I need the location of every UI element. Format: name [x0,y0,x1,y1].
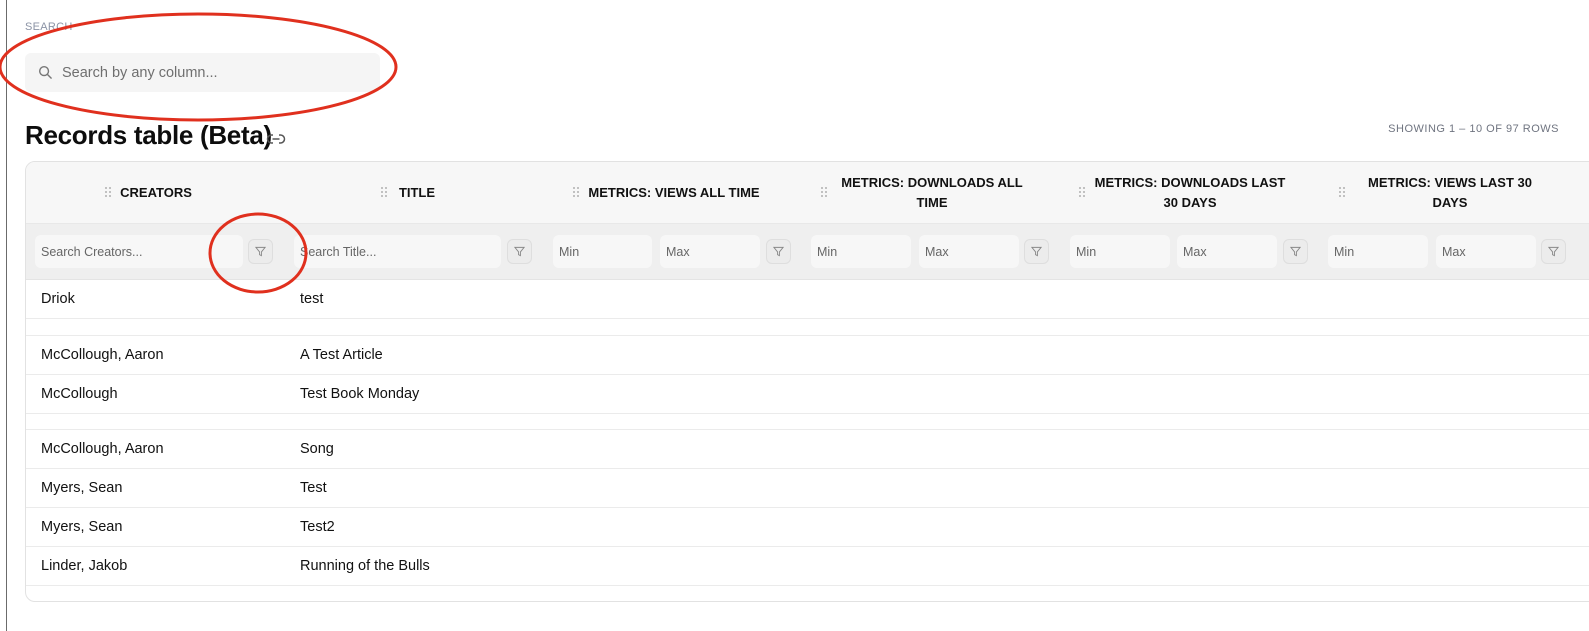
table-row[interactable]: McCollough, Aaron Song [26,430,1589,469]
downloads-all-time-max-input[interactable] [919,235,1019,268]
search-label: SEARCH [25,21,73,33]
downloads-30-days-max-input[interactable] [1177,235,1277,268]
filter-icon [1031,246,1042,257]
drag-handle-icon[interactable] [573,187,579,197]
table-row[interactable]: Driok test [26,280,1589,319]
page-title: Records table (Beta) [25,120,272,150]
creators-cell: Linder, Jakob [41,558,128,574]
drag-handle-icon[interactable] [1079,187,1085,197]
views-all-time-filter-button[interactable] [766,239,791,264]
views-30-days-max-input[interactable] [1436,235,1536,268]
filter-icon [773,246,784,257]
column-header-downloads-all-time[interactable]: METRICS: DOWNLOADS ALL TIME [834,162,1030,223]
table-row[interactable] [26,319,1589,336]
creators-cell: McCollough [41,386,118,402]
downloads-30-days-filter-button[interactable] [1283,239,1308,264]
filter-icon [1290,246,1301,257]
row-count: SHOWING 1 – 10 OF 97 ROWS [1388,123,1559,135]
creators-cell: McCollough, Aaron [41,441,164,457]
views-all-time-max-input[interactable] [660,235,760,268]
filter-icon [255,246,266,257]
creators-filter-input[interactable] [35,235,243,268]
views-30-days-filter-button[interactable] [1541,239,1566,264]
column-header-downloads-last-30-days[interactable]: METRICS: DOWNLOADS LAST 30 DAYS [1092,162,1288,223]
title-cell: Test2 [300,519,335,535]
title-cell: Song [300,441,334,457]
drag-handle-icon[interactable] [821,187,827,197]
creators-cell: McCollough, Aaron [41,347,164,363]
drag-handle-icon[interactable] [1339,187,1345,197]
table-row[interactable]: Myers, Sean Test [26,469,1589,508]
title-cell: Test Book Monday [300,386,420,402]
link-icon[interactable] [266,130,286,148]
global-search[interactable] [25,53,380,92]
creators-cell: Myers, Sean [41,480,123,496]
column-header-views-last-30-days[interactable]: METRICS: VIEWS LAST 30 DAYS [1352,162,1548,223]
table-row[interactable] [26,414,1589,430]
column-header-title[interactable]: TITLE [392,162,442,223]
creators-cell: Driok [41,291,75,307]
drag-handle-icon[interactable] [381,187,387,197]
views-all-time-min-input[interactable] [553,235,652,268]
column-header-creators[interactable]: CREATORS [116,162,196,223]
table-row[interactable]: McCollough Test Book Monday [26,375,1589,414]
records-table: CREATORS TITLE METRICS: VIEWS ALL TIME M… [25,161,1589,602]
title-cell: Test [300,480,327,496]
creators-filter-button[interactable] [248,239,273,264]
table-row[interactable]: Myers, Sean Test2 [26,508,1589,547]
left-border [6,0,7,631]
table-filter-row [26,224,1589,280]
title-filter-button[interactable] [507,239,532,264]
table-header-row: CREATORS TITLE METRICS: VIEWS ALL TIME M… [26,162,1589,224]
title-cell: A Test Article [300,347,383,363]
search-input[interactable] [62,53,372,92]
title-cell: test [300,291,324,307]
table-row[interactable]: McCollough, Aaron A Test Article [26,336,1589,375]
filter-icon [1548,246,1559,257]
column-header-views-all-time[interactable]: METRICS: VIEWS ALL TIME [584,162,764,223]
search-icon [38,65,52,79]
views-30-days-min-input[interactable] [1328,235,1428,268]
table-row[interactable]: Linder, Jakob Running of the Bulls [26,547,1589,586]
title-cell: Running of the Bulls [300,558,430,574]
downloads-all-time-filter-button[interactable] [1024,239,1049,264]
title-filter-input[interactable] [294,235,501,268]
downloads-30-days-min-input[interactable] [1070,235,1170,268]
downloads-all-time-min-input[interactable] [811,235,911,268]
creators-cell: Myers, Sean [41,519,123,535]
filter-icon [514,246,525,257]
drag-handle-icon[interactable] [105,187,111,197]
